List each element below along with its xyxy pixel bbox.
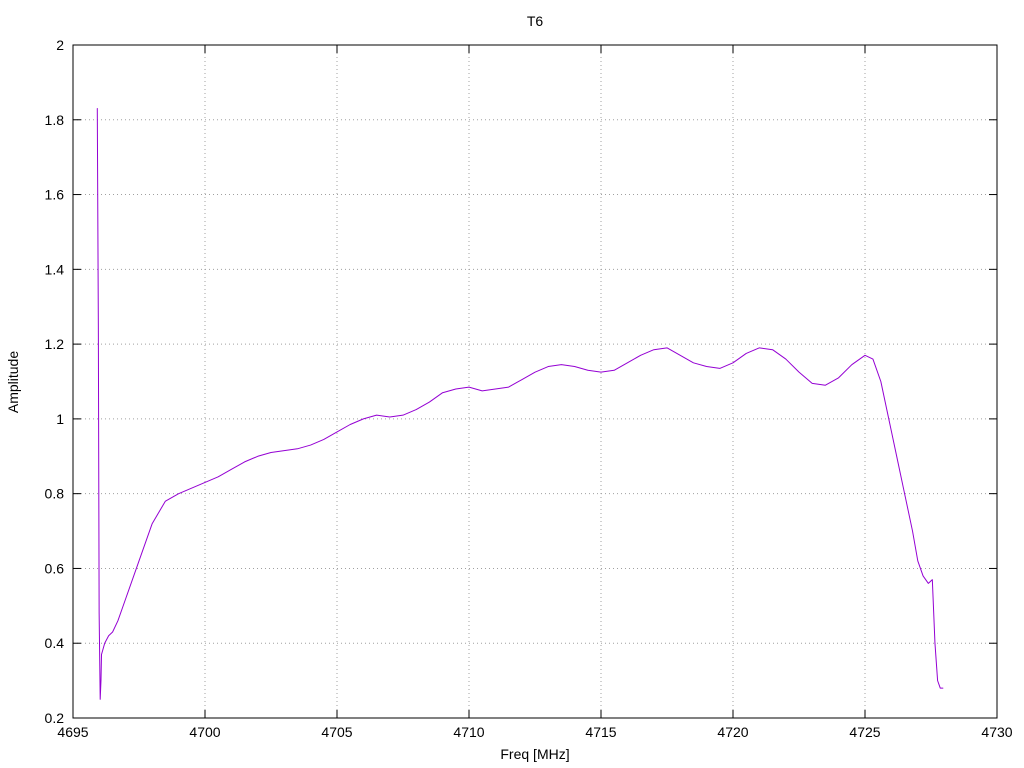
series-line bbox=[96, 108, 944, 700]
x-tick-label: 4715 bbox=[585, 724, 616, 740]
x-tick-label: 4695 bbox=[57, 724, 88, 740]
x-tick-label: 4720 bbox=[717, 724, 748, 740]
y-tick-label: 0.6 bbox=[45, 560, 65, 576]
y-tick-label: 1.2 bbox=[45, 336, 65, 352]
x-tick-label: 4700 bbox=[189, 724, 220, 740]
y-tick-label: 1 bbox=[56, 411, 64, 427]
chart-root: T6 Freq [MHz] Amplitude 4695 4700 4705 4710… bbox=[0, 0, 1024, 768]
x-axis-label: Freq [MHz] bbox=[500, 746, 569, 762]
y-tick-label: 2 bbox=[56, 37, 64, 53]
y-tick-label: 1.4 bbox=[45, 261, 65, 277]
axes-layer bbox=[72, 44, 998, 719]
chart-svg: T6 Freq [MHz] Amplitude 4695 4700 4705 4710… bbox=[5, 13, 1013, 762]
y-tick-label: 1.6 bbox=[45, 187, 65, 203]
chart-title: T6 bbox=[527, 13, 544, 29]
y-tick-label: 0.4 bbox=[45, 635, 65, 651]
x-tick-label: 4725 bbox=[849, 724, 880, 740]
y-tick-label: 0.8 bbox=[45, 486, 65, 502]
series-layer bbox=[96, 108, 944, 700]
y-tick-label: 1.8 bbox=[45, 112, 65, 128]
x-tick-label: 4710 bbox=[453, 724, 484, 740]
grid-layer bbox=[73, 45, 997, 718]
y-axis-label: Amplitude bbox=[5, 351, 21, 413]
y-tick-label: 0.2 bbox=[45, 710, 65, 726]
x-tick-label: 4705 bbox=[321, 724, 352, 740]
plot-frame bbox=[72, 44, 998, 719]
x-tick-label: 4730 bbox=[981, 724, 1012, 740]
